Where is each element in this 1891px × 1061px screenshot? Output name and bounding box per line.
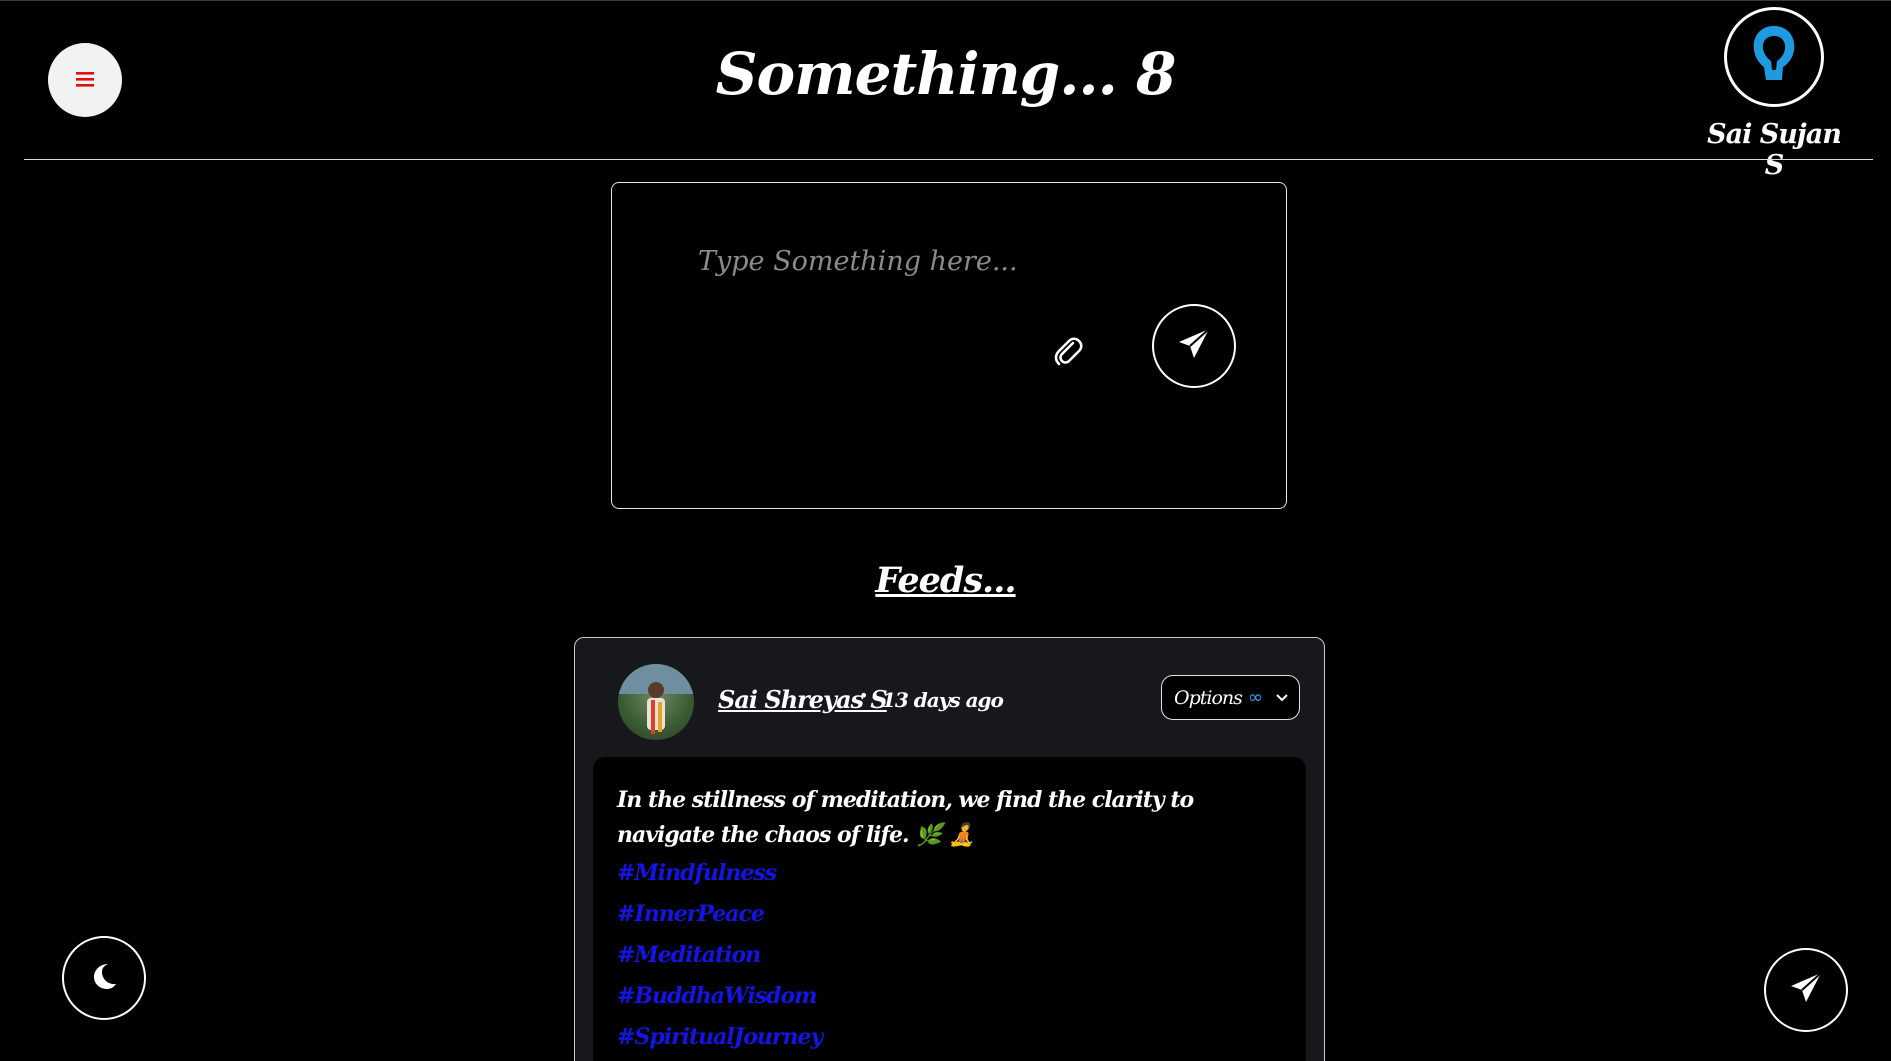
hashtag-list: #Mindfulness #InnerPeace #Meditation #Bu…: [617, 853, 1282, 1058]
profile-block[interactable]: Sai Sujan S: [1700, 7, 1848, 181]
hashtag-link[interactable]: #Meditation: [617, 935, 1282, 976]
post-options-dropdown[interactable]: Options ∞: [1161, 675, 1300, 720]
send-button[interactable]: [1152, 304, 1236, 388]
header-divider: [24, 159, 1873, 160]
theme-toggle-button[interactable]: [62, 936, 146, 1020]
profile-avatar[interactable]: [1724, 7, 1824, 107]
post-input[interactable]: [698, 239, 1058, 283]
post-text: In the stillness of meditation, we find …: [617, 787, 1194, 848]
separator-dot: •: [859, 686, 869, 705]
paperclip-icon: [1051, 334, 1085, 372]
hashtag-link[interactable]: #BuddhaWisdom: [617, 976, 1282, 1017]
post-author-avatar[interactable]: [618, 664, 694, 740]
options-label: Options: [1174, 686, 1243, 709]
moon-icon: [89, 961, 119, 995]
post-composer: [611, 182, 1287, 509]
top-border: [0, 0, 1891, 1]
feeds-heading: Feeds...: [875, 560, 1016, 601]
profile-name[interactable]: Sai Sujan S: [1700, 119, 1848, 181]
attach-button[interactable]: [1042, 327, 1094, 379]
paper-plane-icon: [1789, 971, 1823, 1009]
app-title: Something... 8: [715, 40, 1177, 108]
paper-plane-icon: [1177, 327, 1211, 365]
chevron-down-icon: [1275, 688, 1289, 707]
hashtag-link[interactable]: #InnerPeace: [617, 894, 1282, 935]
floating-send-button[interactable]: [1764, 948, 1848, 1032]
user-silhouette-icon: [1742, 20, 1806, 94]
hashtag-link[interactable]: #SpiritualJourney: [617, 1017, 1282, 1058]
post-body: In the stillness of meditation, we find …: [593, 757, 1306, 1061]
hashtag-link[interactable]: #Mindfulness: [617, 853, 1282, 894]
infinity-icon: ∞: [1247, 687, 1263, 708]
post-card: Sai Shreyas S • 13 days ago Options ∞ In…: [574, 637, 1325, 1061]
post-timestamp: 13 days ago: [882, 688, 1004, 712]
